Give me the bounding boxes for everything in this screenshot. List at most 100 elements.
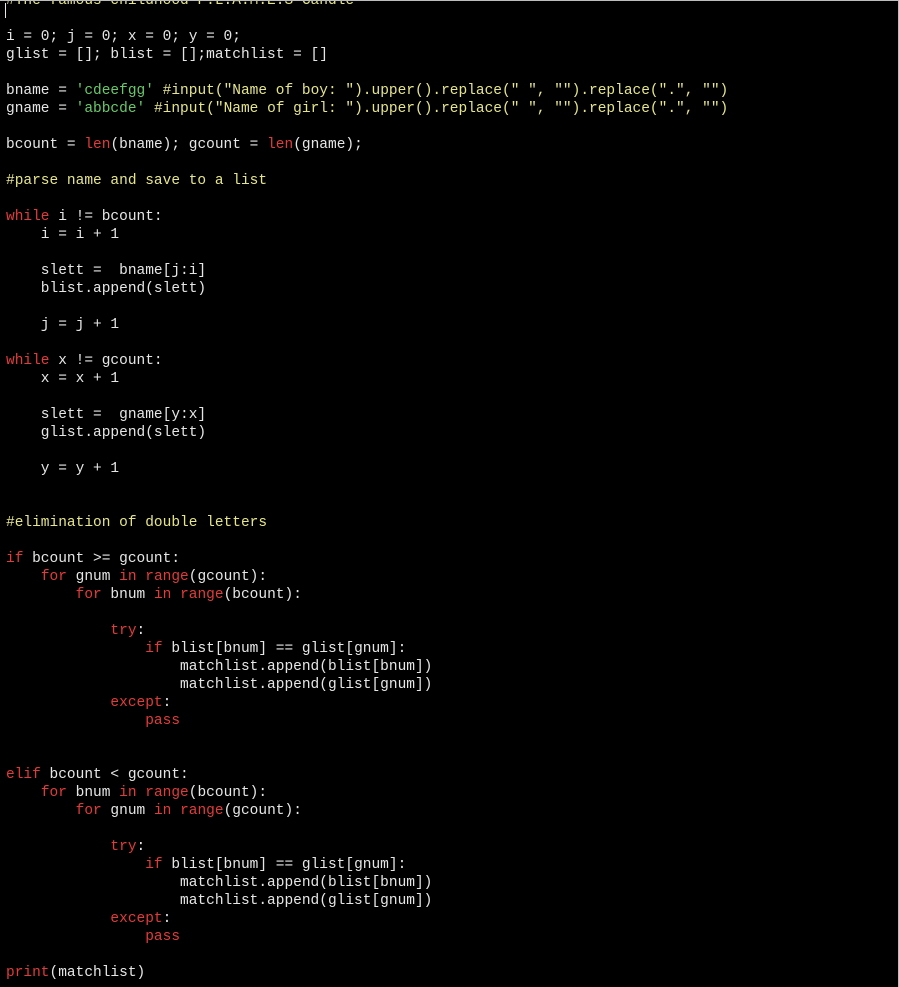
code-token-default: slett = gname[y:x] bbox=[6, 407, 207, 423]
code-token-keyword: in bbox=[119, 785, 137, 801]
code-line[interactable] bbox=[6, 604, 728, 622]
code-token-default: matchlist.append(blist[bnum]) bbox=[6, 875, 433, 891]
code-token-default bbox=[6, 929, 145, 945]
code-token-default: (gcount): bbox=[223, 803, 302, 819]
code-line[interactable]: x = x + 1 bbox=[6, 370, 728, 388]
code-line[interactable]: for gnum in range(gcount): bbox=[6, 568, 728, 586]
code-token-builtin: range bbox=[145, 569, 189, 585]
code-token-default: x = x + 1 bbox=[6, 371, 120, 387]
code-line[interactable]: if blist[bnum] == glist[gnum]: bbox=[6, 640, 728, 658]
code-token-default: gnum bbox=[66, 569, 120, 585]
code-line[interactable] bbox=[6, 190, 728, 208]
code-line[interactable] bbox=[6, 946, 728, 964]
code-line[interactable]: if bcount >= gcount: bbox=[6, 550, 728, 568]
code-token-comment: #The famous childhood F.L.A.M.E.S Candle bbox=[6, 0, 355, 9]
code-token-keyword: in bbox=[119, 569, 137, 585]
code-line[interactable]: glist.append(slett) bbox=[6, 424, 728, 442]
code-token-keyword: for bbox=[40, 569, 67, 585]
code-token-default: : bbox=[162, 695, 172, 711]
code-line[interactable]: glist = []; blist = [];matchlist = [] bbox=[6, 46, 728, 64]
code-token-keyword: except bbox=[110, 695, 163, 711]
code-token-builtin: range bbox=[180, 587, 224, 603]
code-line[interactable]: while i != bcount: bbox=[6, 208, 728, 226]
code-line[interactable]: slett = gname[y:x] bbox=[6, 406, 728, 424]
code-line[interactable]: slett = bname[j:i] bbox=[6, 262, 728, 280]
code-token-default bbox=[6, 695, 110, 711]
code-area[interactable]: #The famous childhood F.L.A.M.E.S Candle… bbox=[6, 0, 728, 982]
code-line[interactable] bbox=[6, 334, 728, 352]
code-line[interactable]: pass bbox=[6, 928, 728, 946]
code-line[interactable] bbox=[6, 748, 728, 766]
code-line[interactable]: elif bcount < gcount: bbox=[6, 766, 728, 784]
code-line[interactable]: matchlist.append(blist[bnum]) bbox=[6, 658, 728, 676]
code-line[interactable] bbox=[6, 10, 728, 28]
code-line[interactable] bbox=[6, 244, 728, 262]
code-line[interactable]: j = j + 1 bbox=[6, 316, 728, 334]
code-line[interactable]: i = 0; j = 0; x = 0; y = 0; bbox=[6, 28, 728, 46]
code-line[interactable] bbox=[6, 388, 728, 406]
code-token-default: matchlist.append(blist[bnum]) bbox=[6, 659, 433, 675]
code-line[interactable]: pass bbox=[6, 712, 728, 730]
code-token-builtin: print bbox=[6, 965, 50, 981]
code-token-default: i != bcount: bbox=[49, 209, 163, 225]
code-line[interactable]: y = y + 1 bbox=[6, 460, 728, 478]
code-token-default bbox=[6, 911, 110, 927]
code-editor[interactable]: #The famous childhood F.L.A.M.E.S Candle… bbox=[0, 0, 899, 987]
code-token-default: glist = []; blist = [];matchlist = [] bbox=[6, 47, 328, 63]
code-token-keyword: in bbox=[153, 587, 172, 603]
code-line[interactable] bbox=[6, 154, 728, 172]
code-line[interactable]: except: bbox=[6, 694, 728, 712]
code-line[interactable]: for gnum in range(gcount): bbox=[6, 802, 728, 820]
code-line[interactable] bbox=[6, 64, 728, 82]
code-line[interactable]: i = i + 1 bbox=[6, 226, 728, 244]
code-token-default: j = j + 1 bbox=[6, 317, 120, 333]
code-line[interactable] bbox=[6, 298, 728, 316]
code-token-default bbox=[6, 785, 41, 801]
code-line[interactable]: for bnum in range(bcount): bbox=[6, 586, 728, 604]
code-token-comment: #parse name and save to a list bbox=[6, 173, 268, 189]
code-line[interactable]: print(matchlist) bbox=[6, 964, 728, 982]
code-token-default: matchlist.append(glist[gnum]) bbox=[6, 893, 433, 909]
code-token-default bbox=[6, 587, 76, 603]
code-line[interactable]: gname = 'abbcde' #input("Name of girl: "… bbox=[6, 100, 728, 118]
code-line[interactable]: bname = 'cdeefgg' #input("Name of boy: "… bbox=[6, 82, 728, 100]
code-line[interactable]: matchlist.append(glist[gnum]) bbox=[6, 892, 728, 910]
code-token-default: bname = bbox=[6, 83, 76, 99]
code-line[interactable]: matchlist.append(glist[gnum]) bbox=[6, 676, 728, 694]
code-line[interactable]: #parse name and save to a list bbox=[6, 172, 728, 190]
code-token-default: slett = bname[j:i] bbox=[6, 263, 207, 279]
code-line[interactable]: bcount = len(bname); gcount = len(gname)… bbox=[6, 136, 728, 154]
code-line[interactable] bbox=[6, 532, 728, 550]
code-line[interactable] bbox=[6, 118, 728, 136]
code-token-default: : bbox=[162, 911, 172, 927]
code-line[interactable] bbox=[6, 820, 728, 838]
code-line[interactable] bbox=[6, 496, 728, 514]
code-token-default: (matchlist) bbox=[49, 965, 146, 981]
code-line[interactable]: except: bbox=[6, 910, 728, 928]
code-token-default bbox=[6, 857, 145, 873]
code-token-default: blist[bnum] == glist[gnum]: bbox=[162, 857, 407, 873]
code-token-default bbox=[171, 587, 180, 603]
code-line[interactable]: #The famous childhood F.L.A.M.E.S Candle bbox=[6, 0, 728, 10]
code-token-default: bcount >= gcount: bbox=[23, 551, 181, 567]
code-line[interactable] bbox=[6, 478, 728, 496]
code-token-keyword: for bbox=[75, 587, 102, 603]
code-line[interactable]: if blist[bnum] == glist[gnum]: bbox=[6, 856, 728, 874]
code-token-default: (bcount): bbox=[223, 587, 302, 603]
code-token-keyword: pass bbox=[145, 929, 181, 945]
code-line[interactable]: while x != gcount: bbox=[6, 352, 728, 370]
code-line[interactable]: try: bbox=[6, 622, 728, 640]
code-line[interactable]: try: bbox=[6, 838, 728, 856]
code-line[interactable]: blist.append(slett) bbox=[6, 280, 728, 298]
code-token-default: (gcount): bbox=[188, 569, 268, 585]
code-token-keyword: for bbox=[40, 785, 67, 801]
code-token-builtin: range bbox=[145, 785, 189, 801]
code-token-default: : bbox=[136, 839, 146, 855]
code-token-keyword: try bbox=[110, 623, 137, 639]
code-line[interactable]: for bnum in range(bcount): bbox=[6, 784, 728, 802]
code-line[interactable] bbox=[6, 442, 728, 460]
code-line[interactable]: #elimination of double letters bbox=[6, 514, 728, 532]
code-line[interactable]: matchlist.append(blist[bnum]) bbox=[6, 874, 728, 892]
code-line[interactable] bbox=[6, 730, 728, 748]
code-token-default: (bname); gcount = bbox=[110, 137, 268, 153]
